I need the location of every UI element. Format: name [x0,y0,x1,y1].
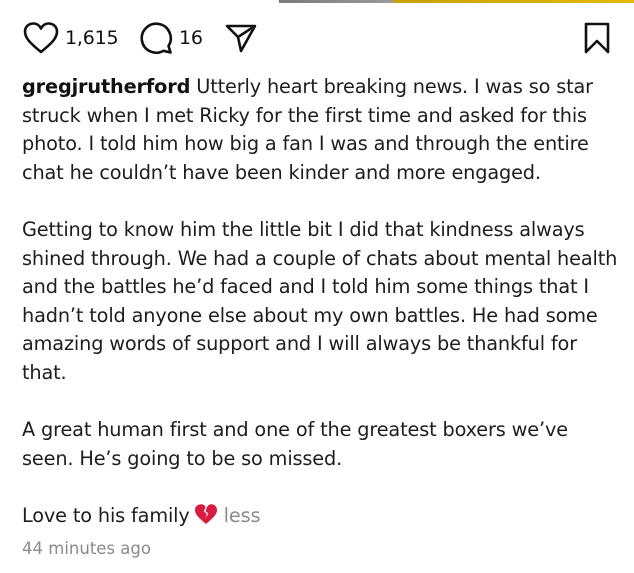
caption-paragraph-3: A great human first and one of the great… [22,418,568,470]
caption-username[interactable]: gregjrutherford [22,75,190,98]
bookmark-icon[interactable] [582,21,612,55]
post-timestamp: 44 minutes ago [22,539,151,558]
comment-action[interactable]: 16 [138,20,203,56]
share-action[interactable] [224,20,258,56]
comment-bubble-icon[interactable] [138,20,174,56]
post-caption: gregjrutherford Utterly heart breaking n… [22,73,622,534]
comment-count[interactable]: 16 [179,27,203,49]
less-toggle-link[interactable]: less [224,504,261,527]
heart-icon[interactable] [22,21,60,55]
caption-text-4: Love to his family [22,503,190,527]
save-action[interactable] [582,20,612,56]
like-action[interactable]: 1,615 [22,20,119,56]
caption-paragraph-2: Getting to know him the little bit I did… [22,217,618,384]
like-count[interactable]: 1,615 [65,27,119,49]
broken-heart-icon [194,503,218,534]
post-action-bar: 1,615 16 [22,20,612,56]
top-image-edge [0,0,634,3]
send-arrow-icon[interactable] [224,21,258,55]
caption-paragraph-1: gregjrutherford Utterly heart breaking n… [22,73,622,187]
caption-paragraph-4: Love to his family less [22,502,622,534]
